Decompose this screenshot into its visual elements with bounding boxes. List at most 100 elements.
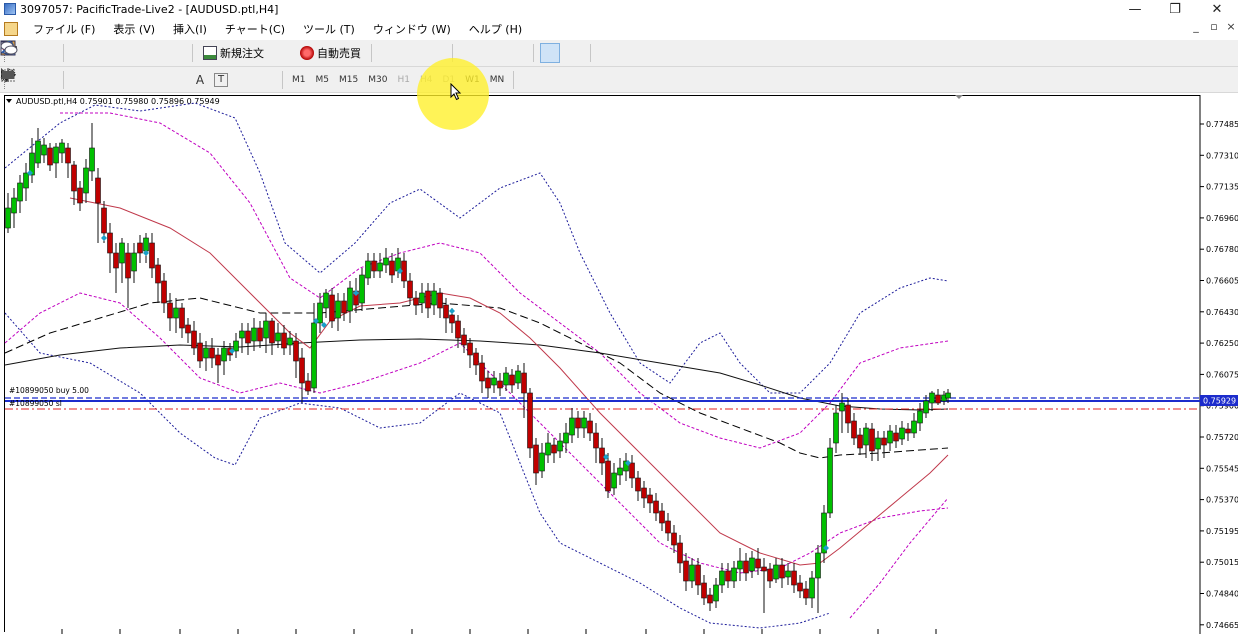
fibonacci-icon[interactable] [1, 69, 186, 90]
chart-shift-icon[interactable] [2, 42, 584, 63]
candle-bull [737, 560, 743, 570]
text-label-tool[interactable]: T [214, 72, 228, 87]
candle-bull [275, 332, 281, 342]
vertical-line-icon[interactable] [7, 68, 90, 90]
autoscroll-icon[interactable] [2, 42, 560, 63]
menu-charts[interactable]: チャート(C) [216, 21, 294, 37]
price-axis-label: 0.74665 [1206, 621, 1238, 630]
rectangle-icon[interactable] [2, 70, 276, 90]
candle-bear [683, 560, 689, 582]
candle-bear [635, 477, 641, 492]
candle-bull [773, 564, 779, 580]
mdi-minimize-button[interactable]: _ [1188, 20, 1204, 33]
timeframe-m15[interactable]: M15 [338, 73, 359, 87]
candle-bear [191, 330, 197, 349]
app-icon [4, 3, 16, 15]
candle-bull [347, 287, 353, 312]
candle-bear [851, 420, 857, 439]
chart-shift-marker-icon [955, 95, 963, 99]
candle-bull [83, 167, 89, 194]
timeframe-m5[interactable]: M5 [315, 73, 331, 87]
candle-bull [719, 570, 725, 586]
candle-bear [101, 207, 107, 234]
crosshair-icon[interactable] [1, 68, 57, 90]
tile-windows-icon[interactable] [0, 40, 527, 63]
price-chart[interactable]: 0.77485 0.77310 0.77135 0.76960 0.76780 0.766… [0, 93, 1238, 634]
bar-chart-icon[interactable] [2, 42, 398, 63]
candle-bear [65, 147, 71, 164]
candle-bull [41, 144, 47, 156]
candle-bear [521, 372, 527, 394]
candle-bear [905, 428, 911, 434]
navigator-icon[interactable] [1, 41, 114, 63]
price-axis-label: 0.75015 [1206, 558, 1238, 567]
profiles-icon[interactable] [0, 40, 57, 63]
metaeditor-icon[interactable] [1, 42, 292, 63]
candle-bull [815, 552, 821, 579]
menu-window[interactable]: ウィンドウ (W) [364, 21, 460, 37]
candle-bull [503, 372, 509, 386]
candle-bear [215, 354, 221, 366]
search-icon[interactable] [1, 41, 1208, 63]
candle-bear [575, 417, 581, 429]
chart-window[interactable]: 0.77485 0.77310 0.77135 0.76960 0.76780 0.766… [0, 93, 1238, 634]
zoom-out-icon[interactable] [1, 41, 503, 63]
candle-bear [677, 542, 683, 564]
market-watch-icon[interactable] [0, 40, 90, 63]
candle-bear [407, 280, 413, 299]
candle-bull [35, 140, 41, 164]
close-button[interactable]: ✕ [1194, 0, 1238, 18]
mdi-restore-button[interactable]: ▫ [1206, 20, 1222, 33]
templates-icon[interactable] [0, 41, 665, 63]
candle-bear [881, 437, 887, 446]
price-axis-label: 0.75370 [1206, 496, 1238, 505]
data-window-icon[interactable] [1, 42, 138, 63]
strategy-tester-icon[interactable] [1, 41, 186, 63]
chart-window-icon[interactable] [4, 22, 18, 36]
mdi-close-button[interactable]: × [1223, 20, 1238, 33]
chat-icon[interactable] [0, 41, 1232, 63]
timeframe-h1[interactable]: H1 [396, 73, 411, 87]
menu-file[interactable]: ファイル (F) [24, 21, 104, 37]
menu-insert[interactable]: 挿入(I) [164, 21, 216, 37]
candle-bear [695, 564, 701, 586]
candle-bear [299, 357, 305, 384]
candle-bull [731, 567, 737, 582]
indicators-icon[interactable] [0, 42, 617, 63]
candle-bull [431, 290, 437, 306]
mouse-pointer-icon [450, 83, 462, 101]
timeframe-m1[interactable]: M1 [291, 73, 307, 87]
price-axis-label: 0.76960 [1206, 214, 1238, 223]
candle-bear [743, 560, 749, 574]
menu-tools[interactable]: ツール (T) [294, 21, 364, 37]
timeframe-mn[interactable]: MN [489, 73, 506, 87]
candlestick-chart-icon[interactable] [2, 41, 422, 63]
candle-bear [803, 588, 809, 599]
periods-icon[interactable] [0, 41, 641, 63]
candle-bear [551, 444, 557, 454]
terminal-icon[interactable] [1, 41, 162, 63]
text-tool[interactable]: A [190, 70, 210, 90]
horizontal-line-icon[interactable] [1, 70, 114, 90]
price-axis-label: 0.76430 [1206, 308, 1238, 317]
trendline-icon[interactable] [1, 68, 138, 90]
candle-bear [461, 334, 467, 346]
equidistant-channel-icon[interactable] [0, 68, 162, 90]
new-order-button[interactable]: 新規注文 [200, 43, 267, 63]
toolbar-separator [63, 70, 64, 89]
menu-view[interactable]: 表示 (V) [104, 21, 164, 37]
candle-bear [671, 532, 677, 546]
candle-bear [137, 242, 143, 254]
auto-trade-icon [300, 46, 314, 60]
restore-button[interactable]: ❐ [1152, 0, 1198, 18]
trade-marker-icon [101, 235, 107, 241]
candle-bull [917, 410, 923, 424]
candle-bear [305, 380, 311, 392]
timeframe-m30[interactable]: M30 [367, 73, 388, 87]
candle-bear [707, 594, 713, 604]
arrows-icon[interactable] [2, 70, 252, 90]
auto-trade-button[interactable]: 自動売買 [297, 43, 364, 63]
menu-help[interactable]: ヘルプ (H) [460, 21, 531, 37]
candle-bull [863, 427, 869, 446]
candle-bull [839, 402, 845, 412]
